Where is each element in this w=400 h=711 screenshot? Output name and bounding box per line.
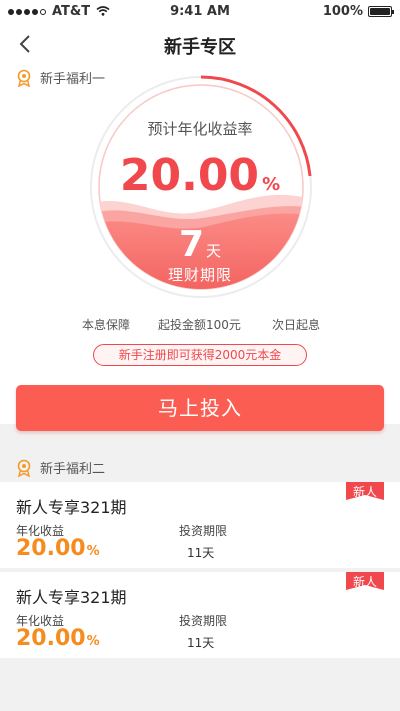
benefit-two-header: 新手福利二 — [16, 458, 105, 477]
period-value: 7天 — [0, 224, 400, 265]
page-title: 新手专区 — [164, 37, 236, 58]
benefit-two-header-bar: 新手福利二 — [0, 452, 400, 482]
product-title: 新人专享321期 — [16, 588, 127, 607]
rate-number: 20.00 — [119, 150, 260, 201]
product-rate: 20.00% — [16, 536, 100, 561]
promo-banner[interactable]: 新手注册即可获得2000元本金 — [93, 344, 307, 366]
rate-value: 20.00% — [0, 150, 400, 201]
battery-icon — [368, 6, 394, 17]
product-term: 11天 — [187, 546, 215, 560]
rate-caption: 预计年化收益率 — [147, 120, 253, 138]
period-number: 7 — [178, 224, 205, 265]
product-term-label: 投资期限 — [179, 524, 228, 538]
product-term-label: 投资期限 — [179, 614, 228, 628]
product-rate: 20.00% — [16, 626, 100, 651]
status-bar: AT&T 9:41 AM 100% — [0, 0, 400, 24]
invest-now-button[interactable]: 马上投入 — [16, 385, 384, 431]
new-user-badge: 新人 — [346, 482, 384, 500]
product-title: 新人专享321期 — [16, 498, 127, 517]
product-rate-number: 20.00 — [16, 626, 86, 651]
period-unit: 天 — [206, 242, 222, 260]
award-icon — [17, 69, 31, 87]
product-rate-percent: % — [86, 544, 100, 559]
new-user-badge-label: 新人 — [352, 485, 377, 499]
nav-bar: 新手专区 — [0, 24, 400, 64]
product-rate-number: 20.00 — [16, 536, 86, 561]
feature-next-day: 次日起息 — [272, 318, 321, 332]
product-rate-percent: % — [86, 634, 100, 649]
benefit-one-section: 新手福利一 预计年化收益率 20.00% 7天 理财期限 本息保障 起投金额10… — [0, 64, 400, 431]
product-card[interactable]: 新人专享321期 新人 年化收益 20.00% 投资期限 11天 — [0, 572, 400, 658]
award-icon — [17, 459, 31, 477]
feature-guarantee: 本息保障 — [82, 318, 131, 332]
product-card[interactable]: 新人专享321期 新人 年化收益 20.00% 投资期限 11天 — [0, 482, 400, 568]
new-user-badge: 新人 — [346, 572, 384, 590]
period-label: 理财期限 — [167, 266, 232, 284]
feature-min-amount: 起投金额100元 — [158, 318, 241, 332]
battery-percent: 100% — [322, 4, 363, 19]
new-user-badge-label: 新人 — [352, 575, 377, 589]
status-right: 100% — [322, 4, 394, 19]
rate-percent: % — [262, 174, 281, 195]
benefit-two-title: 新手福利二 — [40, 462, 106, 477]
product-term: 11天 — [187, 636, 215, 650]
